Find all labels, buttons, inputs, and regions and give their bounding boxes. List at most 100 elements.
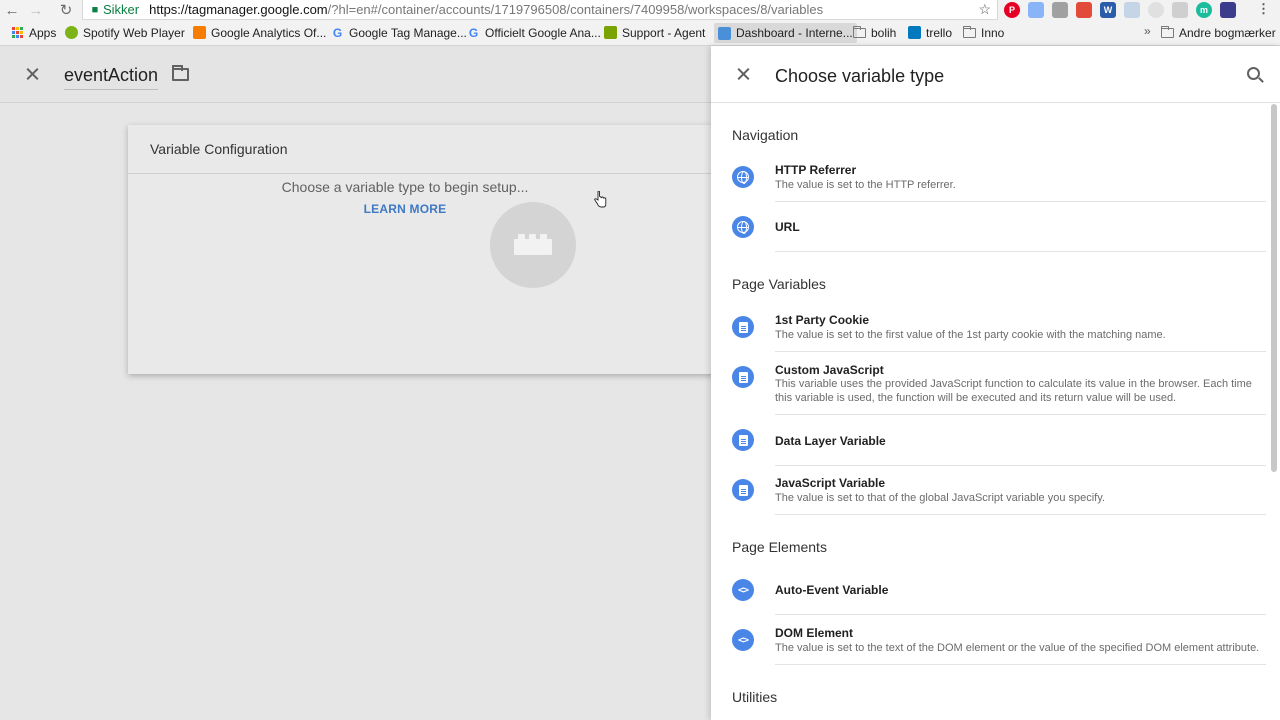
variable-name-input[interactable]: eventAction	[64, 65, 159, 90]
document-icon	[732, 429, 754, 451]
panel-title: Choose variable type	[775, 66, 945, 86]
bookmark-spotify[interactable]: Spotify Web Player	[65, 20, 185, 45]
variable-type-dom-element[interactable]: <> DOM Element The value is set to the t…	[711, 620, 1267, 665]
menu-icon[interactable]: ⋮	[1257, 1, 1270, 17]
bookmarks-bar: Apps Spotify Web Player Google Analytics…	[0, 20, 1280, 46]
bookmark-label: Dashboard - Interne...	[736, 26, 853, 40]
dropbox-icon[interactable]	[1124, 2, 1140, 18]
variable-type-name: Custom JavaScript	[775, 363, 884, 377]
extension-icon[interactable]	[1052, 2, 1068, 18]
folder-icon	[853, 25, 866, 38]
google-icon: G	[468, 25, 479, 40]
bookmark-label: bolih	[871, 25, 897, 40]
variable-type-description: The value is set to the text of the DOM …	[775, 642, 1260, 654]
bookmark-officielt-google[interactable]: G Officielt Google Ana...	[467, 20, 601, 45]
star-icon[interactable]: ☆	[978, 1, 991, 18]
extension-icon[interactable]	[1028, 2, 1044, 18]
divider	[775, 614, 1266, 615]
variable-type-javascript-variable[interactable]: JavaScript Variable The value is set to …	[711, 471, 1267, 515]
bookmark-label: Google Analytics Of...	[211, 25, 327, 40]
globe-icon	[732, 216, 754, 238]
address-bar[interactable]: ■ Sikker https://tagmanager.google.com/?…	[82, 0, 998, 20]
dashboard-icon	[718, 26, 731, 40]
extension-icon[interactable]	[1148, 2, 1164, 18]
divider	[775, 201, 1266, 202]
variable-type-url[interactable]: URL	[711, 206, 1267, 252]
folder-icon[interactable]	[172, 65, 189, 81]
variable-type-1st-party-cookie[interactable]: 1st Party Cookie The value is set to the…	[711, 307, 1267, 352]
document-icon	[732, 479, 754, 501]
close-editor-button[interactable]	[24, 66, 40, 82]
folder-icon	[1161, 25, 1174, 38]
url-path: /?hl=en#/container/accounts/1719796508/c…	[327, 2, 824, 17]
reload-icon[interactable]: ↻	[54, 0, 78, 20]
variable-configuration-card[interactable]: Variable Configuration	[128, 125, 728, 374]
bookmark-label: Andre bogmærker	[1179, 25, 1276, 40]
section-title-utilities: Utilities	[732, 689, 778, 705]
bookmark-dashboard[interactable]: Dashboard - Interne...	[714, 23, 857, 43]
spotify-icon	[65, 26, 78, 39]
extension-icon[interactable]	[1076, 2, 1092, 18]
section-title-navigation: Navigation	[732, 127, 799, 143]
section-title-page-variables: Page Variables	[732, 276, 826, 292]
variable-type-custom-javascript[interactable]: Custom JavaScript This variable uses the…	[711, 357, 1267, 415]
browser-toolbar: ← → ↻ ■ Sikker https://tagmanager.google…	[0, 0, 1280, 20]
bookmark-folder-bolih[interactable]: bolih	[853, 20, 896, 45]
bookmark-label: Apps	[29, 25, 57, 40]
variable-type-auto-event-variable[interactable]: <> Auto-Event Variable	[711, 569, 1267, 615]
analytics-icon	[193, 26, 206, 39]
variable-type-name: URL	[775, 220, 800, 234]
bookmark-trello[interactable]: trello	[908, 20, 952, 45]
hand-cursor-icon	[594, 191, 607, 208]
variable-type-name: DOM Element	[775, 626, 854, 640]
divider	[128, 173, 728, 174]
close-panel-button[interactable]	[735, 66, 751, 82]
learn-more-link[interactable]: LEARN MORE	[0, 202, 810, 216]
secure-label: Sikker	[103, 2, 140, 17]
divider	[775, 514, 1266, 515]
divider	[775, 251, 1266, 252]
document-icon	[732, 366, 754, 388]
bookmark-folder-inno[interactable]: Inno	[963, 20, 1004, 45]
extension-icon[interactable]	[1220, 2, 1236, 18]
google-icon: G	[332, 25, 343, 40]
bookmark-label: Support - Agent	[622, 25, 706, 40]
back-icon[interactable]: ←	[0, 0, 24, 20]
bookmarks-overflow-button[interactable]: »	[1144, 24, 1151, 38]
bookmark-label: trello	[926, 25, 953, 40]
extension-icon[interactable]: m	[1196, 2, 1212, 18]
variable-type-name: 1st Party Cookie	[775, 313, 870, 327]
code-icon: <>	[732, 629, 754, 651]
scrollbar[interactable]	[1271, 104, 1277, 472]
extension-icon[interactable]: W	[1100, 2, 1116, 18]
divider	[775, 465, 1266, 466]
section-title-page-elements: Page Elements	[732, 539, 827, 555]
bookmark-label: Google Tag Manage...	[349, 25, 467, 40]
variable-type-description: The value is set to the HTTP referrer.	[775, 179, 956, 191]
zendesk-icon	[604, 26, 617, 39]
choose-variable-type-panel: Choose variable type Navigation HTTP Ref…	[711, 46, 1280, 720]
bookmark-folder-andre[interactable]: Andre bogmærker	[1161, 20, 1276, 45]
bookmark-google-analytics[interactable]: Google Analytics Of...	[193, 20, 326, 45]
url-host: https://tagmanager.google.com	[149, 2, 328, 17]
variable-type-description: The value is set to that of the global J…	[775, 492, 1105, 504]
document-icon	[732, 316, 754, 338]
bookmark-google-tag-manager[interactable]: G Google Tag Manage...	[331, 20, 467, 45]
search-icon[interactable]	[1247, 67, 1260, 80]
variable-type-http-referrer[interactable]: HTTP Referrer The value is set to the HT…	[711, 158, 1267, 202]
divider	[775, 414, 1266, 415]
bookmark-apps[interactable]: Apps	[12, 20, 56, 45]
pinterest-icon[interactable]: P	[1004, 2, 1020, 18]
divider	[775, 664, 1266, 665]
extension-icon[interactable]	[1172, 2, 1188, 18]
variable-type-name: JavaScript Variable	[775, 476, 886, 490]
variable-type-name: Auto-Event Variable	[775, 583, 889, 597]
setup-hint: Choose a variable type to begin setup...	[281, 179, 529, 195]
variable-type-data-layer-variable[interactable]: Data Layer Variable	[711, 420, 1267, 466]
bookmark-label: Officielt Google Ana...	[485, 25, 601, 40]
apps-icon	[12, 27, 23, 38]
forward-icon[interactable]: →	[24, 0, 48, 20]
variable-type-description: The value is set to the first value of t…	[775, 329, 1166, 341]
brick-icon	[514, 234, 552, 255]
bookmark-support-agent[interactable]: Support - Agent	[604, 20, 705, 45]
